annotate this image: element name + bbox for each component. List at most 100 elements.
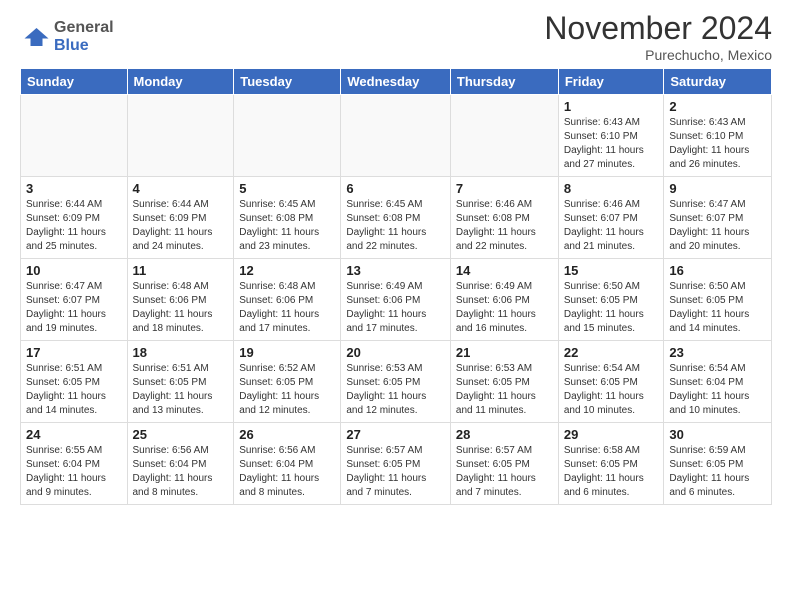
calendar-header-row: SundayMondayTuesdayWednesdayThursdayFrid… xyxy=(21,69,772,95)
day-cell: 13 Sunrise: 6:49 AM Sunset: 6:06 PM Dayli… xyxy=(341,259,451,341)
column-header-friday: Friday xyxy=(558,69,664,95)
day-cell: 23 Sunrise: 6:54 AM Sunset: 6:04 PM Dayli… xyxy=(664,341,772,423)
day-cell: 27Sunrise: 6:57 AM Sunset: 6:05 PM Dayli… xyxy=(341,423,451,505)
week-row-4: 17 Sunrise: 6:51 AM Sunset: 6:05 PM Dayli… xyxy=(21,341,772,423)
day-number: 11 xyxy=(133,263,229,278)
day-number: 12 xyxy=(239,263,335,278)
day-number: 6 xyxy=(346,181,445,196)
logo-text: General Blue xyxy=(54,19,114,54)
day-info: Sunrise: 6:51 AM Sunset: 6:05 PM Dayligh… xyxy=(26,362,122,418)
day-number: 15 xyxy=(564,263,659,278)
day-cell: 2 Sunrise: 6:43 AM Sunset: 6:10 PM Daylig… xyxy=(664,95,772,177)
day-cell xyxy=(450,95,558,177)
logo: General Blue xyxy=(20,19,114,54)
day-cell: 11 Sunrise: 6:48 AM Sunset: 6:06 PM Dayli… xyxy=(127,259,234,341)
day-cell: 5 Sunrise: 6:45 AM Sunset: 6:08 PM Daylig… xyxy=(234,177,341,259)
week-row-3: 10Sunrise: 6:47 AM Sunset: 6:07 PM Dayli… xyxy=(21,259,772,341)
week-row-1: 1 Sunrise: 6:43 AM Sunset: 6:10 PM Daylig… xyxy=(21,95,772,177)
day-info: Sunrise: 6:51 AM Sunset: 6:05 PM Dayligh… xyxy=(133,362,229,418)
week-row-5: 24 Sunrise: 6:55 AM Sunset: 6:04 PM Dayli… xyxy=(21,423,772,505)
logo-line2: Blue xyxy=(54,37,114,55)
day-info: Sunrise: 6:56 AM Sunset: 6:04 PM Dayligh… xyxy=(133,444,229,500)
day-cell: 10Sunrise: 6:47 AM Sunset: 6:07 PM Dayli… xyxy=(21,259,128,341)
day-number: 14 xyxy=(456,263,553,278)
day-info: Sunrise: 6:45 AM Sunset: 6:08 PM Dayligh… xyxy=(239,198,335,254)
day-info: Sunrise: 6:48 AM Sunset: 6:06 PM Dayligh… xyxy=(133,280,229,336)
day-number: 8 xyxy=(564,181,659,196)
day-info: Sunrise: 6:53 AM Sunset: 6:05 PM Dayligh… xyxy=(346,362,445,418)
day-number: 25 xyxy=(133,427,229,442)
day-cell xyxy=(127,95,234,177)
day-info: Sunrise: 6:44 AM Sunset: 6:09 PM Dayligh… xyxy=(133,198,229,254)
day-cell: 18 Sunrise: 6:51 AM Sunset: 6:05 PM Dayli… xyxy=(127,341,234,423)
day-cell: 1 Sunrise: 6:43 AM Sunset: 6:10 PM Daylig… xyxy=(558,95,664,177)
day-cell: 22Sunrise: 6:54 AM Sunset: 6:05 PM Dayli… xyxy=(558,341,664,423)
day-number: 26 xyxy=(239,427,335,442)
day-info: Sunrise: 6:53 AM Sunset: 6:05 PM Dayligh… xyxy=(456,362,553,418)
column-header-saturday: Saturday xyxy=(664,69,772,95)
day-number: 13 xyxy=(346,263,445,278)
day-info: Sunrise: 6:46 AM Sunset: 6:07 PM Dayligh… xyxy=(564,198,659,254)
day-info: Sunrise: 6:48 AM Sunset: 6:06 PM Dayligh… xyxy=(239,280,335,336)
day-cell: 12 Sunrise: 6:48 AM Sunset: 6:06 PM Dayli… xyxy=(234,259,341,341)
day-number: 27 xyxy=(346,427,445,442)
day-number: 16 xyxy=(669,263,766,278)
day-info: Sunrise: 6:43 AM Sunset: 6:10 PM Dayligh… xyxy=(564,116,659,172)
day-number: 17 xyxy=(26,345,122,360)
day-number: 28 xyxy=(456,427,553,442)
day-number: 23 xyxy=(669,345,766,360)
day-info: Sunrise: 6:54 AM Sunset: 6:04 PM Dayligh… xyxy=(669,362,766,418)
header: General Blue November 2024 Purechucho, M… xyxy=(0,0,792,68)
day-number: 3 xyxy=(26,181,122,196)
logo-icon xyxy=(20,22,50,52)
column-header-tuesday: Tuesday xyxy=(234,69,341,95)
column-header-thursday: Thursday xyxy=(450,69,558,95)
day-cell: 7Sunrise: 6:46 AM Sunset: 6:08 PM Daylig… xyxy=(450,177,558,259)
day-number: 10 xyxy=(26,263,122,278)
day-cell: 14 Sunrise: 6:49 AM Sunset: 6:06 PM Dayli… xyxy=(450,259,558,341)
day-cell: 9Sunrise: 6:47 AM Sunset: 6:07 PM Daylig… xyxy=(664,177,772,259)
day-info: Sunrise: 6:57 AM Sunset: 6:05 PM Dayligh… xyxy=(456,444,553,500)
calendar-table: SundayMondayTuesdayWednesdayThursdayFrid… xyxy=(20,68,772,505)
day-cell: 30Sunrise: 6:59 AM Sunset: 6:05 PM Dayli… xyxy=(664,423,772,505)
calendar-wrapper: SundayMondayTuesdayWednesdayThursdayFrid… xyxy=(0,68,792,505)
day-number: 18 xyxy=(133,345,229,360)
day-cell: 4 Sunrise: 6:44 AM Sunset: 6:09 PM Daylig… xyxy=(127,177,234,259)
day-number: 5 xyxy=(239,181,335,196)
day-number: 1 xyxy=(564,99,659,114)
day-info: Sunrise: 6:49 AM Sunset: 6:06 PM Dayligh… xyxy=(456,280,553,336)
day-cell: 21 Sunrise: 6:53 AM Sunset: 6:05 PM Dayli… xyxy=(450,341,558,423)
day-number: 21 xyxy=(456,345,553,360)
day-cell: 25 Sunrise: 6:56 AM Sunset: 6:04 PM Dayli… xyxy=(127,423,234,505)
day-cell: 24 Sunrise: 6:55 AM Sunset: 6:04 PM Dayli… xyxy=(21,423,128,505)
day-info: Sunrise: 6:43 AM Sunset: 6:10 PM Dayligh… xyxy=(669,116,766,172)
day-number: 4 xyxy=(133,181,229,196)
column-header-monday: Monday xyxy=(127,69,234,95)
day-cell: 20Sunrise: 6:53 AM Sunset: 6:05 PM Dayli… xyxy=(341,341,451,423)
day-cell: 3 Sunrise: 6:44 AM Sunset: 6:09 PM Daylig… xyxy=(21,177,128,259)
day-info: Sunrise: 6:58 AM Sunset: 6:05 PM Dayligh… xyxy=(564,444,659,500)
day-number: 22 xyxy=(564,345,659,360)
day-cell: 6 Sunrise: 6:45 AM Sunset: 6:08 PM Daylig… xyxy=(341,177,451,259)
day-cell xyxy=(234,95,341,177)
day-info: Sunrise: 6:55 AM Sunset: 6:04 PM Dayligh… xyxy=(26,444,122,500)
day-info: Sunrise: 6:47 AM Sunset: 6:07 PM Dayligh… xyxy=(669,198,766,254)
day-cell: 29 Sunrise: 6:58 AM Sunset: 6:05 PM Dayli… xyxy=(558,423,664,505)
day-cell: 15Sunrise: 6:50 AM Sunset: 6:05 PM Dayli… xyxy=(558,259,664,341)
day-number: 29 xyxy=(564,427,659,442)
day-number: 30 xyxy=(669,427,766,442)
day-number: 19 xyxy=(239,345,335,360)
day-info: Sunrise: 6:49 AM Sunset: 6:06 PM Dayligh… xyxy=(346,280,445,336)
day-number: 2 xyxy=(669,99,766,114)
day-info: Sunrise: 6:56 AM Sunset: 6:04 PM Dayligh… xyxy=(239,444,335,500)
day-info: Sunrise: 6:45 AM Sunset: 6:08 PM Dayligh… xyxy=(346,198,445,254)
day-info: Sunrise: 6:44 AM Sunset: 6:09 PM Dayligh… xyxy=(26,198,122,254)
day-cell: 19Sunrise: 6:52 AM Sunset: 6:05 PM Dayli… xyxy=(234,341,341,423)
day-cell: 17 Sunrise: 6:51 AM Sunset: 6:05 PM Dayli… xyxy=(21,341,128,423)
column-header-sunday: Sunday xyxy=(21,69,128,95)
week-row-2: 3 Sunrise: 6:44 AM Sunset: 6:09 PM Daylig… xyxy=(21,177,772,259)
day-cell: 8 Sunrise: 6:46 AM Sunset: 6:07 PM Daylig… xyxy=(558,177,664,259)
day-cell: 28 Sunrise: 6:57 AM Sunset: 6:05 PM Dayli… xyxy=(450,423,558,505)
day-number: 24 xyxy=(26,427,122,442)
day-cell xyxy=(21,95,128,177)
